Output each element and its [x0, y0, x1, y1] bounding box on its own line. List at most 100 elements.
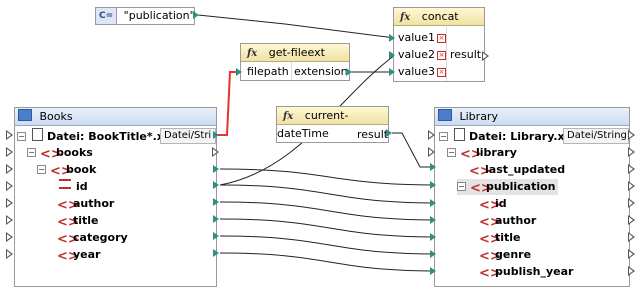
books-file-input-connector[interactable]: [6, 130, 13, 140]
tree-node-books[interactable]: − <>books: [27, 145, 93, 161]
library-file-dropdown[interactable]: Datei/String: [563, 128, 629, 144]
library-genre-output-connector[interactable]: [628, 249, 635, 259]
tree-node-year[interactable]: <>year: [57, 247, 100, 263]
tree-node-book[interactable]: − <>book: [37, 162, 96, 178]
wire-author-to-author: [219, 201, 438, 221]
concat-input-value1[interactable]: value1 ×: [398, 30, 447, 46]
library-target-component[interactable]: Library − Datei: Library.xml Datei/String…: [434, 107, 630, 287]
wire-book-to-publication: [219, 168, 438, 186]
tree-node-genre[interactable]: <>genre: [479, 247, 531, 263]
library-file-row[interactable]: − Datei: Library.xml: [439, 128, 580, 144]
concat-result-connector[interactable]: [482, 51, 489, 61]
books-books-output-connector[interactable]: [212, 147, 219, 157]
library-publish-year-output-connector[interactable]: [628, 266, 635, 276]
concat-value3-connector[interactable]: [389, 68, 395, 76]
element-icon: <>: [479, 198, 501, 213]
library-id-input-connector[interactable]: [430, 199, 436, 207]
current-datetime-header[interactable]: fx current-dateTime: [277, 107, 388, 140]
get-fileext-output-extension: extension: [294, 65, 348, 78]
collapse-icon[interactable]: −: [439, 132, 448, 141]
element-icon: <>: [50, 164, 72, 179]
books-category-output-connector[interactable]: [213, 232, 219, 240]
books-source-component[interactable]: Books − Datei: BookTitle*.xml Datei/Stri …: [14, 107, 217, 287]
library-last-updated-input-connector[interactable]: [430, 163, 436, 171]
element-icon: <>: [40, 147, 62, 162]
books-books-input-connector[interactable]: [6, 147, 13, 157]
current-datetime-function[interactable]: fx current-dateTime result: [276, 106, 389, 143]
get-fileext-input-filepath: filepath: [247, 65, 289, 78]
tree-node-title[interactable]: <>title: [479, 230, 521, 246]
get-fileext-title: get-fileext: [268, 46, 325, 59]
get-fileext-header[interactable]: fx get-fileext: [241, 44, 349, 62]
get-fileext-filepath-connector[interactable]: [236, 68, 242, 76]
library-author-input-connector[interactable]: [430, 216, 436, 224]
current-datetime-output-result: result: [357, 128, 389, 141]
collapse-icon[interactable]: −: [37, 165, 46, 174]
concat-input-value3[interactable]: value3 ×: [398, 64, 447, 80]
remove-param-icon[interactable]: ×: [437, 34, 447, 43]
element-icon: <>: [460, 147, 482, 162]
tree-node-author[interactable]: <>author: [57, 196, 114, 212]
books-year-output-connector[interactable]: [213, 249, 219, 257]
tree-node-publish-year[interactable]: <>publish_year: [479, 264, 573, 280]
books-title-output-connector[interactable]: [213, 215, 219, 223]
collapse-icon[interactable]: −: [27, 148, 36, 157]
constant-value: "publication": [123, 9, 195, 22]
tree-node-category[interactable]: <>category: [57, 230, 128, 246]
books-title-input-connector[interactable]: [6, 215, 13, 225]
function-icon: fx: [400, 12, 411, 23]
wire-constant-to-concat-value1: [197, 14, 396, 39]
library-library-output-connector[interactable]: [628, 147, 635, 157]
document-icon: [32, 128, 43, 141]
books-author-input-connector[interactable]: [6, 198, 13, 208]
library-file-input-connector[interactable]: [428, 130, 435, 140]
concat-function[interactable]: fx concat value1 × value2 × value3 × result: [393, 7, 485, 82]
concat-input-value2[interactable]: value2 ×: [398, 47, 447, 63]
collapse-icon[interactable]: −: [17, 132, 26, 141]
library-last-updated-output-connector[interactable]: [628, 164, 635, 174]
tree-node-last-updated[interactable]: <>last_updated: [469, 162, 565, 178]
books-file-row[interactable]: − Datei: BookTitle*.xml: [17, 128, 179, 144]
tree-node-publication[interactable]: − <>publication: [457, 179, 559, 195]
current-datetime-result-connector[interactable]: [386, 129, 392, 137]
books-year-input-connector[interactable]: [6, 249, 13, 259]
wire-category-to-genre: [219, 235, 438, 255]
library-publication-input-connector[interactable]: [430, 181, 436, 189]
get-fileext-extension-connector[interactable]: [346, 68, 352, 76]
collapse-icon[interactable]: −: [447, 148, 456, 157]
library-publication-output-connector[interactable]: [628, 181, 635, 191]
constant-output-connector[interactable]: [193, 11, 199, 19]
library-publish-year-input-connector[interactable]: [430, 267, 436, 275]
library-title-input-connector[interactable]: [430, 233, 436, 241]
library-header[interactable]: Library: [435, 108, 629, 126]
remove-param-icon[interactable]: ×: [437, 51, 447, 60]
books-id-output-connector[interactable]: [213, 181, 219, 189]
books-file-dropdown[interactable]: Datei/Stri: [160, 128, 216, 144]
books-category-input-connector[interactable]: [6, 232, 13, 242]
library-title-output-connector[interactable]: [628, 232, 635, 242]
library-file-output-connector[interactable]: [628, 130, 635, 140]
books-id-input-connector[interactable]: [6, 181, 13, 191]
get-fileext-function[interactable]: fx get-fileext filepath extension: [240, 43, 350, 81]
tree-node-author[interactable]: <>author: [479, 213, 536, 229]
library-id-output-connector[interactable]: [628, 198, 635, 208]
books-header[interactable]: Books: [15, 108, 216, 126]
tree-node-id[interactable]: id: [59, 179, 88, 195]
books-book-input-connector[interactable]: [6, 164, 13, 174]
concat-value2-connector[interactable]: [389, 51, 395, 59]
tree-node-id[interactable]: <>id: [479, 196, 507, 212]
constant-publication[interactable]: C= "publication": [95, 7, 195, 25]
remove-param-icon[interactable]: ×: [437, 68, 447, 77]
books-author-output-connector[interactable]: [213, 198, 219, 206]
books-book-output-connector[interactable]: [213, 165, 219, 173]
concat-value1-connector[interactable]: [389, 34, 395, 42]
schema-component-icon: [438, 109, 452, 121]
concat-header[interactable]: fx concat: [394, 8, 484, 26]
books-file-output-connector[interactable]: [213, 131, 219, 139]
collapse-icon[interactable]: −: [457, 182, 466, 191]
library-library-input-connector[interactable]: [428, 147, 435, 157]
tree-node-library[interactable]: − <>library: [447, 145, 517, 161]
library-genre-input-connector[interactable]: [430, 250, 436, 258]
library-author-output-connector[interactable]: [628, 215, 635, 225]
tree-node-title[interactable]: <>title: [57, 213, 99, 229]
